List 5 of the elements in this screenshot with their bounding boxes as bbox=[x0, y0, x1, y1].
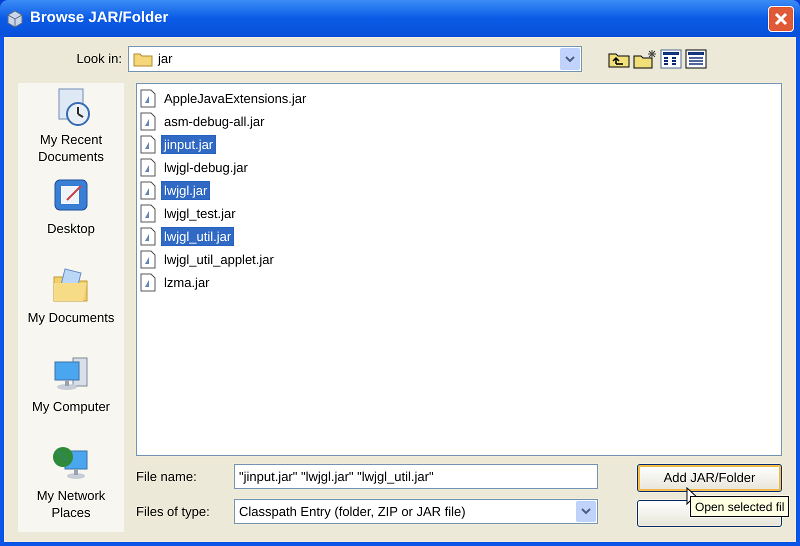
file-name-label: File name: bbox=[136, 468, 198, 486]
window-title: Browse JAR/Folder bbox=[30, 8, 170, 28]
tooltip: Open selected fil bbox=[690, 496, 790, 517]
look-in-label: Look in: bbox=[75, 50, 123, 68]
file-type-label: Files of type: bbox=[136, 502, 211, 521]
